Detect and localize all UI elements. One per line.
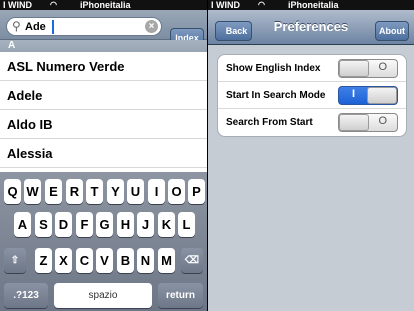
- preferences-screen: I WIND ◠ iPhoneitalia Back Preferences A…: [208, 0, 414, 311]
- key[interactable]: F: [76, 212, 93, 237]
- key[interactable]: N: [137, 248, 154, 273]
- show-english-index-toggle[interactable]: O: [338, 59, 398, 78]
- status-bar: I WIND ◠ iPhoneitalia: [0, 0, 207, 10]
- toggle-knob: [367, 87, 397, 104]
- search-input[interactable]: ⚲ Ade ×: [6, 17, 162, 36]
- text-cursor: [52, 20, 54, 34]
- preference-row: Search From Start O: [218, 109, 406, 136]
- wifi-icon: ◠: [50, 0, 57, 9]
- search-value: Ade: [25, 21, 46, 33]
- preference-row: Show English Index O: [218, 55, 406, 82]
- status-bar: I WIND ◠ iPhoneitalia: [208, 0, 414, 10]
- preferences-group: Show English Index O Start In Search Mod…: [217, 54, 407, 137]
- toggle-glyph: I: [352, 88, 356, 100]
- key[interactable]: I: [148, 179, 165, 204]
- toggle-glyph: O: [378, 115, 387, 127]
- key[interactable]: G: [96, 212, 113, 237]
- toggle-glyph: O: [378, 61, 387, 73]
- preference-label: Search From Start: [226, 117, 313, 128]
- navigation-bar: Back Preferences About: [208, 10, 414, 45]
- key[interactable]: O: [168, 179, 185, 204]
- space-key[interactable]: spazio: [54, 283, 152, 308]
- key[interactable]: M: [158, 248, 175, 273]
- list-item[interactable]: Alessia: [0, 139, 207, 168]
- backspace-icon: ⌫: [184, 255, 200, 266]
- key[interactable]: H: [117, 212, 134, 237]
- key[interactable]: Z: [35, 248, 52, 273]
- key[interactable]: U: [127, 179, 144, 204]
- wifi-icon: ◠: [258, 0, 265, 9]
- key[interactable]: D: [55, 212, 72, 237]
- search-screen: I WIND ◠ iPhoneitalia ⚲ Ade × Index A AS…: [0, 0, 207, 311]
- list-item[interactable]: Aldo IB: [0, 110, 207, 139]
- key[interactable]: J: [137, 212, 154, 237]
- key[interactable]: Y: [107, 179, 124, 204]
- search-from-start-toggle[interactable]: O: [338, 113, 398, 132]
- carrier-label: I WIND: [211, 0, 240, 10]
- status-title: iPhoneitalia: [288, 0, 339, 10]
- key[interactable]: V: [96, 248, 113, 273]
- key[interactable]: L: [178, 212, 195, 237]
- clear-icon[interactable]: ×: [145, 20, 158, 33]
- shift-icon: ⇧: [10, 255, 20, 266]
- toggle-knob: [339, 60, 369, 77]
- key[interactable]: P: [188, 179, 205, 204]
- key[interactable]: T: [86, 179, 103, 204]
- preference-label: Start In Search Mode: [226, 90, 326, 101]
- preference-label: Show English Index: [226, 63, 321, 74]
- list-item[interactable]: ASL Numero Verde: [0, 52, 207, 81]
- key[interactable]: S: [35, 212, 52, 237]
- key[interactable]: E: [45, 179, 62, 204]
- key[interactable]: X: [55, 248, 72, 273]
- section-header: A: [0, 40, 207, 52]
- key[interactable]: Q: [4, 179, 21, 204]
- key[interactable]: B: [117, 248, 134, 273]
- backspace-key[interactable]: ⌫: [181, 248, 203, 273]
- search-icon: ⚲: [12, 19, 21, 33]
- return-key[interactable]: return: [158, 283, 203, 308]
- list-item[interactable]: Adele: [0, 81, 207, 110]
- key[interactable]: K: [158, 212, 175, 237]
- start-in-search-mode-toggle[interactable]: I: [338, 86, 398, 105]
- key[interactable]: A: [14, 212, 31, 237]
- carrier-label: I WIND: [3, 0, 32, 10]
- keyboard: Q W E R T Y U I O P A S D F G H J K L ⇧ …: [0, 172, 207, 311]
- search-bar: ⚲ Ade × Index: [0, 10, 207, 48]
- results-list: ASL Numero Verde Adele Aldo IB Alessia: [0, 52, 207, 168]
- shift-key[interactable]: ⇧: [4, 248, 26, 273]
- key[interactable]: C: [76, 248, 93, 273]
- key[interactable]: R: [66, 179, 83, 204]
- about-button[interactable]: About: [375, 21, 409, 41]
- key[interactable]: W: [24, 179, 41, 204]
- status-title: iPhoneitalia: [80, 0, 131, 10]
- toggle-knob: [339, 114, 369, 131]
- preference-row: Start In Search Mode I: [218, 82, 406, 109]
- numbers-key[interactable]: .?123: [4, 283, 48, 308]
